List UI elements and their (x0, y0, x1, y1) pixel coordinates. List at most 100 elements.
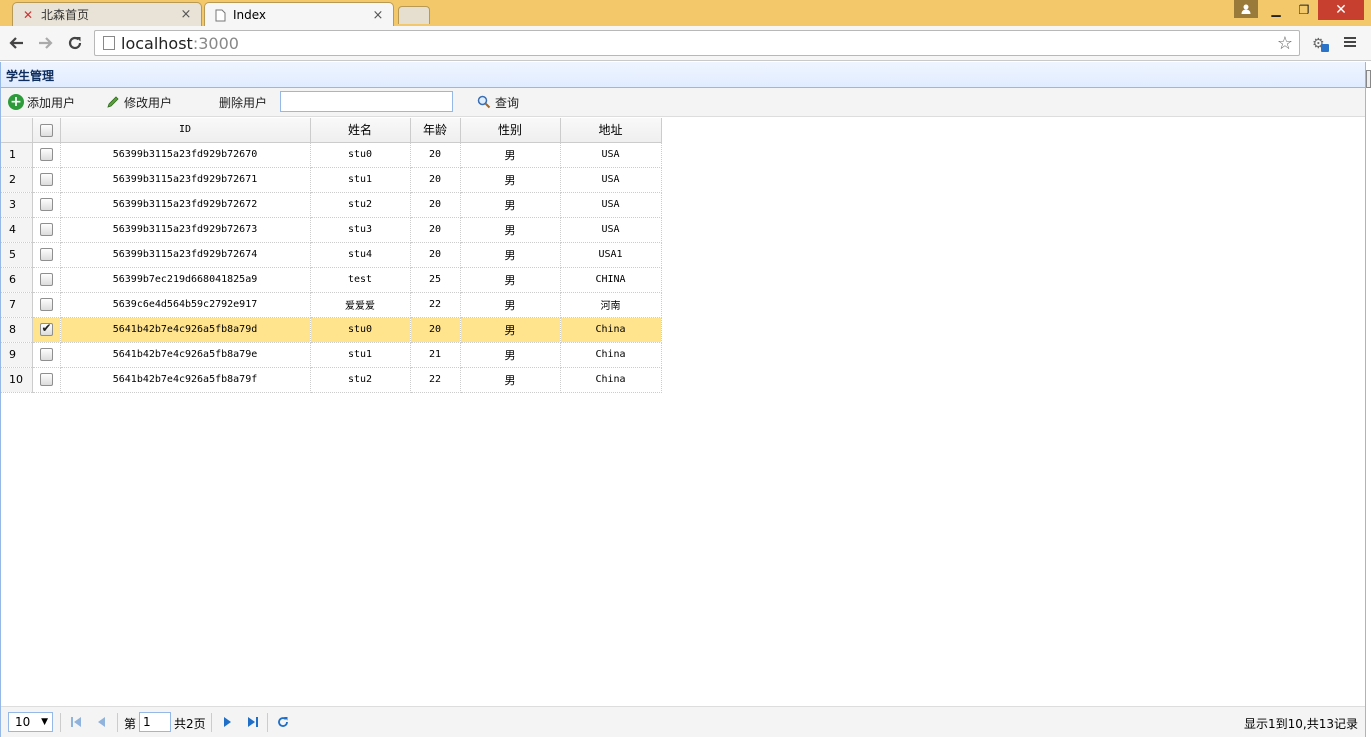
row-checkbox[interactable] (39, 298, 53, 312)
current-page-input[interactable]: 1 (139, 712, 171, 732)
cell-id: 5641b42b7e4c926a5fb8a79f (60, 367, 311, 393)
cell-name: 爱爱爱 (310, 292, 411, 318)
add-user-button[interactable]: + 添加用户 (8, 93, 75, 111)
cell-id: 5641b42b7e4c926a5fb8a79e (60, 342, 311, 368)
side-scroll-handle[interactable] (1366, 70, 1371, 88)
search-icon (476, 94, 492, 110)
next-page-icon[interactable] (219, 714, 235, 730)
hamburger-menu-icon[interactable] (1340, 33, 1360, 53)
grid-header-row: ID 姓名 年龄 性别 地址 (1, 118, 662, 143)
cell-age: 20 (410, 217, 461, 243)
back-arrow-icon[interactable] (6, 32, 28, 54)
minimize-icon[interactable]: ▁ (1264, 0, 1288, 20)
toolbar: + 添加用户 修改用户 删除用户 查询 (1, 88, 1365, 117)
row-checkbox[interactable] (39, 373, 53, 387)
refresh-icon[interactable] (275, 714, 291, 730)
row-number: 2 (1, 167, 33, 193)
row-checkbox-cell[interactable] (32, 367, 61, 393)
cell-id: 56399b3115a23fd929b72673 (60, 217, 311, 243)
table-row[interactable]: 4 56399b3115a23fd929b72673 stu3 20 男 USA (1, 217, 662, 243)
select-all-checkbox-cell[interactable] (32, 118, 61, 143)
row-checkbox[interactable] (39, 248, 53, 262)
table-row[interactable]: 8 5641b42b7e4c926a5fb8a79dstu020男China (1, 317, 662, 343)
table-row[interactable]: 5 56399b3115a23fd929b72674 stu4 20 男 USA1 (1, 242, 662, 268)
cell-gender: 男 (460, 242, 561, 268)
delete-user-button[interactable]: 删除用户 (219, 93, 267, 111)
row-checkbox[interactable] (39, 321, 53, 337)
row-checkbox-cell[interactable] (32, 317, 61, 343)
table-row[interactable]: 10 5641b42b7e4c926a5fb8a79f stu2 22 男 China (1, 367, 662, 393)
table-row[interactable]: 3 56399b3115a23fd929b72672 stu2 20 男 USA (1, 192, 662, 218)
row-checkbox-cell[interactable] (32, 292, 61, 318)
table-row[interactable]: 2 56399b3115a23fd929b72671 stu1 20 男 USA (1, 167, 662, 193)
user-profile-icon[interactable] (1234, 0, 1258, 18)
row-checkbox[interactable] (39, 173, 53, 187)
window-close-icon[interactable]: ✕ (1318, 0, 1364, 20)
cell-age: 20 (410, 192, 461, 218)
pager-separator (60, 713, 61, 732)
row-checkbox[interactable] (39, 348, 53, 362)
row-checkbox-cell[interactable] (32, 242, 61, 268)
cell-name: stu0 (310, 317, 411, 343)
column-header-gender[interactable]: 性别 (460, 118, 561, 143)
url-text: localhost:3000 (121, 34, 239, 53)
row-checkbox[interactable] (39, 273, 53, 287)
address-bar[interactable]: localhost:3000 ☆ (94, 30, 1300, 56)
row-number: 10 (1, 367, 33, 393)
page-total: 共2页 (174, 717, 206, 731)
column-header-age[interactable]: 年龄 (410, 118, 461, 143)
search-input[interactable] (280, 91, 453, 112)
row-checkbox[interactable] (39, 148, 53, 162)
dropdown-arrow-icon: ▼ (41, 717, 48, 727)
cell-gender: 男 (460, 292, 561, 318)
bookmark-star-icon[interactable]: ☆ (1277, 33, 1293, 54)
table-row[interactable]: 1 56399b3115a23fd929b72670 stu0 20 男 USA (1, 142, 662, 168)
row-checkbox-cell[interactable] (32, 192, 61, 218)
row-checkbox-cell[interactable] (32, 267, 61, 293)
cell-name: stu2 (310, 367, 411, 393)
search-button[interactable]: 查询 (476, 93, 519, 111)
reload-icon[interactable] (64, 32, 86, 54)
cell-name: stu1 (310, 342, 411, 368)
page-size-select[interactable]: 10 ▼ (8, 712, 53, 732)
first-page-icon[interactable] (68, 714, 84, 730)
cell-age: 25 (410, 267, 461, 293)
cell-gender: 男 (460, 367, 561, 393)
forward-arrow-icon[interactable] (34, 32, 56, 54)
cell-age: 20 (410, 317, 461, 343)
last-page-icon[interactable] (245, 714, 261, 730)
row-checkbox-cell[interactable] (32, 217, 61, 243)
browser-tab-index[interactable]: Index × (204, 2, 394, 27)
row-checkbox[interactable] (39, 223, 53, 237)
row-checkbox-cell[interactable] (32, 342, 61, 368)
cell-address: USA (560, 192, 662, 218)
cell-gender: 男 (460, 192, 561, 218)
column-header-name[interactable]: 姓名 (310, 118, 411, 143)
column-header-address[interactable]: 地址 (560, 118, 662, 143)
row-checkbox-cell[interactable] (32, 142, 61, 168)
cell-gender: 男 (460, 267, 561, 293)
edit-user-button[interactable]: 修改用户 (105, 93, 172, 111)
cell-address: USA (560, 217, 662, 243)
prev-page-icon[interactable] (94, 714, 110, 730)
table-row[interactable]: 6 56399b7ec219d668041825a9 test 25 男 CHINA (1, 267, 662, 293)
browser-tab-beisen[interactable]: ✕ 北森首页 × (12, 2, 202, 26)
cell-gender: 男 (460, 342, 561, 368)
row-checkbox[interactable] (39, 198, 53, 212)
row-checkbox-cell[interactable] (32, 167, 61, 193)
table-row[interactable]: 9 5641b42b7e4c926a5fb8a79e stu1 21 男 China (1, 342, 662, 368)
close-icon[interactable]: × (179, 7, 193, 22)
cell-gender: 男 (460, 217, 561, 243)
select-all-checkbox[interactable] (39, 123, 53, 137)
column-header-id[interactable]: ID (60, 118, 311, 143)
restore-icon[interactable]: ❐ (1292, 0, 1316, 20)
tab-label: 北森首页 (41, 8, 90, 22)
page-icon (103, 36, 115, 50)
extension-icon[interactable]: ⚙ (1310, 33, 1332, 55)
table-row[interactable]: 7 5639c6e4d564b59c2792e917 爱爱爱 22 男河南 (1, 292, 662, 318)
new-tab-button[interactable] (398, 6, 430, 24)
cell-name: stu2 (310, 192, 411, 218)
close-icon[interactable]: × (371, 8, 385, 23)
cell-age: 22 (410, 367, 461, 393)
tab-label: Index (233, 8, 267, 22)
